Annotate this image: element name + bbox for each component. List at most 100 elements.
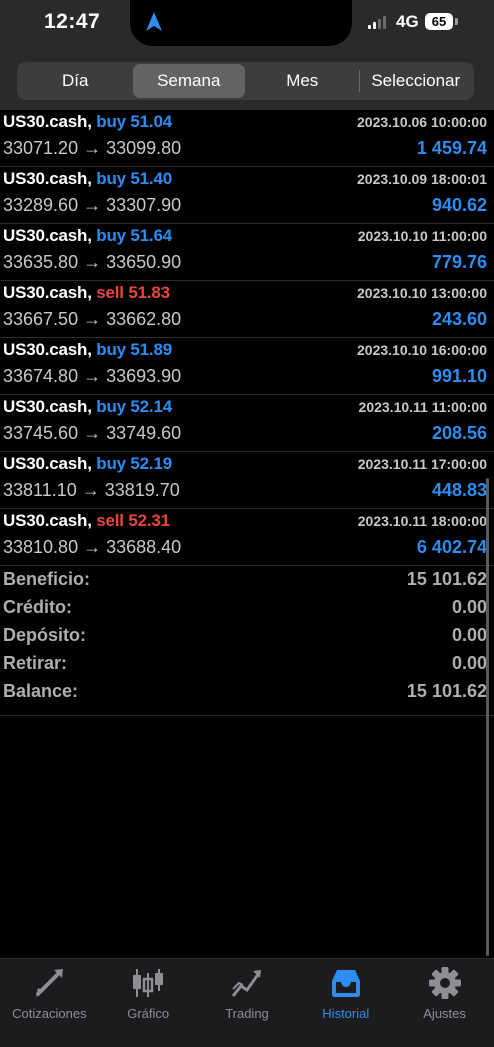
tab-quotes[interactable]: Cotizaciones xyxy=(0,959,99,1047)
network-type: 4G xyxy=(396,12,419,31)
symbol-name: US30.cash, xyxy=(3,283,92,302)
trade-time: 2023.10.11 11:00:00 xyxy=(358,399,487,415)
trade-prices: 33289.60 → 33307.90 xyxy=(3,195,182,215)
trade-row[interactable]: US30.cash, buy 51.64 2023.10.10 11:00:00 3… xyxy=(0,224,494,281)
tab-label: Ajustes xyxy=(423,1006,466,1021)
trade-row[interactable]: US30.cash, buy 52.14 2023.10.11 11:00:00 3… xyxy=(0,395,494,452)
summary-row: Retirar: 0.00 xyxy=(0,650,494,678)
summary-value: 0.00 xyxy=(451,625,487,645)
period-custom[interactable]: Seleccionar xyxy=(360,64,473,98)
tab-label: Cotizaciones xyxy=(12,1006,87,1021)
trade-row[interactable]: US30.cash, sell 52.31 2023.10.11 18:00:00… xyxy=(0,509,494,566)
period-selector: Día Semana Mes Seleccionar xyxy=(17,62,474,100)
symbol-name: US30.cash, xyxy=(3,226,92,245)
trade-profit: 940.62 xyxy=(431,195,487,215)
trade-row[interactable]: US30.cash, buy 51.04 2023.10.06 10:00:00 3… xyxy=(0,110,494,167)
tab-settings[interactable]: Ajustes xyxy=(395,959,494,1047)
symbol-name: US30.cash, xyxy=(3,511,92,530)
summary-value: 0.00 xyxy=(451,597,487,617)
trade-symbol: US30.cash, buy 52.14 xyxy=(3,397,172,417)
summary-row: Balance: 15 101.62 xyxy=(0,678,494,706)
period-week[interactable]: Semana xyxy=(132,64,245,98)
tab-bar: Cotizaciones Gráfico Trading Historial A… xyxy=(0,958,494,1047)
quotes-icon xyxy=(35,969,64,997)
trade-profit: 208.56 xyxy=(431,423,487,443)
summary-label: Depósito: xyxy=(3,625,86,645)
status-time: 12:47 xyxy=(44,10,101,33)
trade-time: 2023.10.10 16:00:00 xyxy=(357,342,487,358)
trade-direction-volume: buy 51.89 xyxy=(96,340,172,359)
trade-direction-volume: sell 52.31 xyxy=(96,511,170,530)
trade-direction-volume: sell 51.83 xyxy=(96,283,170,302)
account-summary: Beneficio: 15 101.62 Crédito: 0.00 Depósito:… xyxy=(0,566,494,716)
symbol-name: US30.cash, xyxy=(3,454,92,473)
symbol-name: US30.cash, xyxy=(3,397,92,416)
tab-label: Trading xyxy=(225,1006,269,1021)
summary-label: Balance: xyxy=(3,681,79,701)
tab-trading[interactable]: Trading xyxy=(198,959,297,1047)
symbol-name: US30.cash, xyxy=(3,169,92,188)
symbol-name: US30.cash, xyxy=(3,340,92,359)
trade-prices: 33810.80 → 33688.40 xyxy=(3,537,182,557)
trading-icon xyxy=(231,970,261,997)
signal-icon xyxy=(368,16,386,29)
trade-row[interactable]: US30.cash, buy 51.40 2023.10.09 18:00:01 3… xyxy=(0,167,494,224)
settings-icon xyxy=(428,967,461,999)
trade-direction-volume: buy 52.19 xyxy=(96,454,172,473)
trade-time: 2023.10.11 17:00:00 xyxy=(357,456,487,472)
trade-symbol: US30.cash, buy 52.19 xyxy=(3,454,172,474)
trade-prices: 33745.60 → 33749.60 xyxy=(3,423,182,443)
history-icon xyxy=(331,970,360,997)
trade-prices: 33811.10 → 33819.70 xyxy=(3,480,180,500)
trade-prices: 33667.50 → 33662.80 xyxy=(3,309,182,329)
symbol-name: US30.cash, xyxy=(3,112,92,131)
trade-direction-volume: buy 51.40 xyxy=(96,169,172,188)
trade-row[interactable]: US30.cash, buy 52.19 2023.10.11 17:00:00 3… xyxy=(0,452,494,509)
summary-row: Beneficio: 15 101.62 xyxy=(0,566,494,594)
period-month[interactable]: Mes xyxy=(246,64,359,98)
trade-row[interactable]: US30.cash, buy 51.89 2023.10.10 16:00:00 3… xyxy=(0,338,494,395)
trade-prices: 33071.20 → 33099.80 xyxy=(3,138,182,158)
chart-icon xyxy=(133,969,164,997)
trade-time: 2023.10.11 18:00:00 xyxy=(357,513,487,529)
tab-chart[interactable]: Gráfico xyxy=(99,959,198,1047)
trade-direction-volume: buy 51.04 xyxy=(96,112,172,131)
period-day[interactable]: Día xyxy=(19,64,132,98)
trade-profit: 243.60 xyxy=(431,309,487,329)
trade-profit: 1 459.74 xyxy=(416,138,487,158)
summary-label: Beneficio: xyxy=(3,569,91,589)
status-bar: 12:47 4G 65 xyxy=(0,0,494,50)
location-arrow-icon xyxy=(146,12,162,31)
trade-direction-volume: buy 51.64 xyxy=(96,226,172,245)
trade-time: 2023.10.10 13:00:00 xyxy=(357,285,487,301)
trade-symbol: US30.cash, buy 51.40 xyxy=(3,169,172,189)
summary-row: Crédito: 0.00 xyxy=(0,594,494,622)
summary-value: 0.00 xyxy=(451,653,487,673)
trade-symbol: US30.cash, sell 51.83 xyxy=(3,283,170,303)
trade-prices: 33674.80 → 33693.90 xyxy=(3,366,182,386)
trade-symbol: US30.cash, sell 52.31 xyxy=(3,511,170,531)
trade-symbol: US30.cash, buy 51.64 xyxy=(3,226,172,246)
trade-time: 2023.10.06 10:00:00 xyxy=(357,114,487,130)
trade-row[interactable]: US30.cash, sell 51.83 2023.10.10 13:00:00… xyxy=(0,281,494,338)
battery-icon: 65 xyxy=(425,13,453,30)
trade-symbol: US30.cash, buy 51.89 xyxy=(3,340,172,360)
trade-prices: 33635.80 → 33650.90 xyxy=(3,252,182,272)
summary-label: Crédito: xyxy=(3,597,72,617)
trade-profit: 448.83 xyxy=(431,480,487,500)
scrollbar[interactable] xyxy=(486,478,489,956)
trade-time: 2023.10.10 11:00:00 xyxy=(357,228,487,244)
header: Día Semana Mes Seleccionar xyxy=(0,50,494,110)
tab-label: Historial xyxy=(322,1006,370,1021)
tab-history[interactable]: Historial xyxy=(296,959,395,1047)
trade-profit: 991.10 xyxy=(431,366,487,386)
trade-profit: 6 402.74 xyxy=(416,537,487,557)
trade-direction-volume: buy 52.14 xyxy=(96,397,172,416)
summary-label: Retirar: xyxy=(3,653,68,673)
summary-row: Depósito: 0.00 xyxy=(0,622,494,650)
summary-value: 15 101.62 xyxy=(406,569,487,589)
summary-value: 15 101.62 xyxy=(406,681,487,701)
trade-symbol: US30.cash, buy 51.04 xyxy=(3,112,172,132)
trade-time: 2023.10.09 18:00:01 xyxy=(357,171,487,187)
trade-list: US30.cash, buy 51.04 2023.10.06 10:00:00 3… xyxy=(0,110,494,566)
